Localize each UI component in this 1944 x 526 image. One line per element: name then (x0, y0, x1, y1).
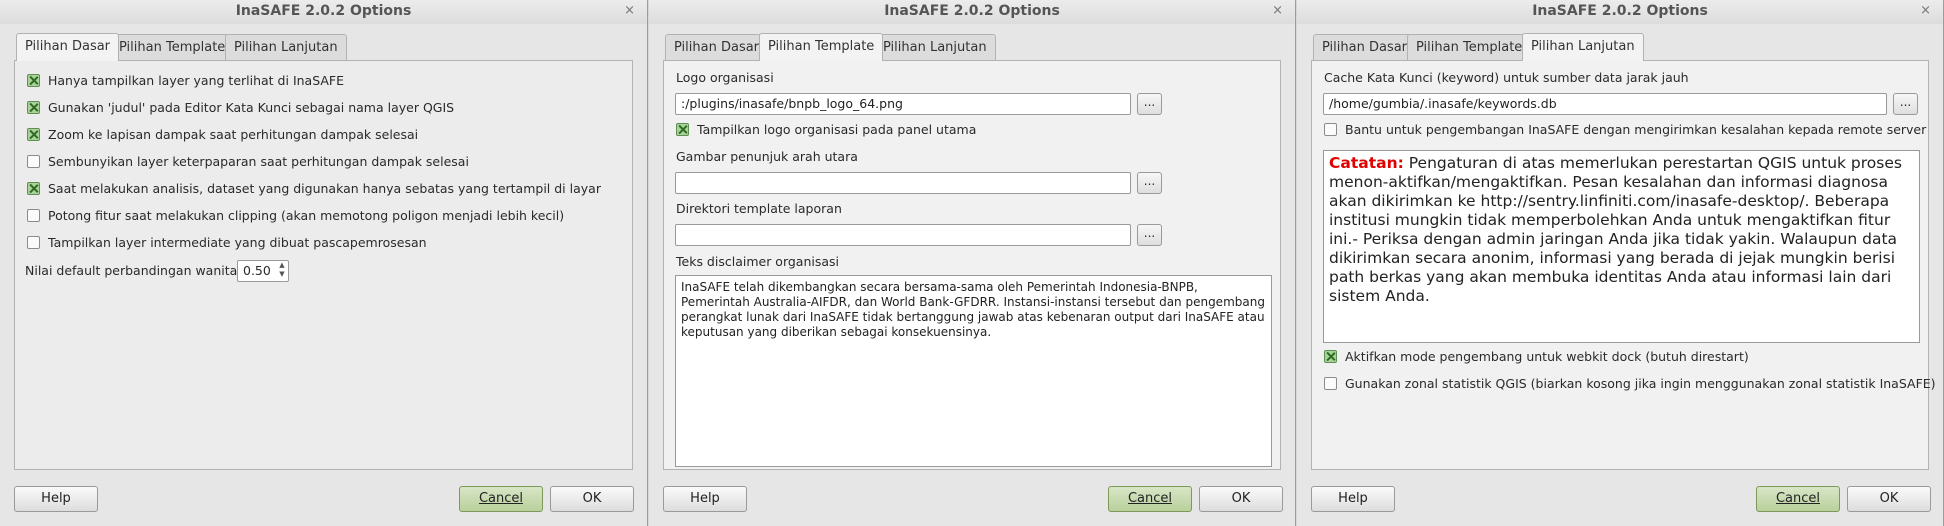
female-ratio-value: 0.50 (243, 263, 271, 278)
template-options-panel: Logo organisasi :/plugins/inasafe/bnpb_l… (663, 60, 1281, 470)
option-clip-to-viewport[interactable]: Saat melakukan analisis, dataset yang di… (27, 180, 601, 198)
close-icon[interactable]: × (1920, 0, 1931, 22)
checkbox-checked[interactable] (676, 123, 689, 136)
option-clip-hard[interactable]: Potong fitur saat melakukan clipping (ak… (27, 207, 564, 225)
option-use-title-as-layer-name[interactable]: Gunakan 'judul' pada Editor Kata Kunci s… (27, 99, 454, 117)
help-button[interactable]: Help (14, 486, 98, 512)
template-dir-browse-button[interactable]: ... (1137, 224, 1162, 246)
dev-mode-option[interactable]: Aktifkan mode pengembang untuk webkit do… (1324, 348, 1749, 366)
options-dialog-basic: InaSAFE 2.0.2 Options × Pilihan Dasar Pi… (0, 0, 648, 526)
option-zoom-to-impact[interactable]: Zoom ke lapisan dampak saat perhitungan … (27, 126, 418, 144)
ok-button[interactable]: OK (1847, 486, 1931, 512)
bug-report-option[interactable]: Bantu untuk pengembangan InaSAFE dengan … (1324, 121, 1926, 139)
option-label: Gunakan 'judul' pada Editor Kata Kunci s… (48, 100, 455, 115)
note-body: Pengaturan di atas memerlukan perestarta… (1329, 154, 1902, 305)
note-title: Catatan: (1329, 154, 1404, 172)
option-visible-layers-only[interactable]: Hanya tampilkan layer yang terlihat di I… (27, 72, 344, 90)
title-bar: InaSAFE 2.0.2 Options × (0, 0, 647, 24)
window-title: InaSAFE 2.0.2 Options (1532, 3, 1708, 19)
option-label: Potong fitur saat melakukan clipping (ak… (48, 208, 565, 223)
checkbox-checked[interactable] (27, 74, 40, 87)
show-logo-option[interactable]: Tampilkan logo organisasi pada panel uta… (676, 121, 976, 139)
tab-advanced[interactable]: Pilihan Lanjutan (225, 34, 347, 61)
options-dialog-template: InaSAFE 2.0.2 Options × Pilihan Dasar Pi… (649, 0, 1296, 526)
disclaimer-label: Teks disclaimer organisasi (676, 254, 840, 269)
checkbox-checked[interactable] (1324, 350, 1337, 363)
tab-template[interactable]: Pilihan Template (1407, 34, 1532, 61)
tab-advanced[interactable]: Pilihan Lanjutan (874, 34, 996, 61)
checkbox-unchecked[interactable] (1324, 123, 1337, 136)
tab-advanced[interactable]: Pilihan Lanjutan (1522, 33, 1644, 61)
north-arrow-input[interactable] (675, 172, 1131, 194)
checkbox-unchecked[interactable] (27, 155, 40, 168)
show-logo-label: Tampilkan logo organisasi pada panel uta… (697, 122, 977, 137)
cancel-label: Cancel (478, 491, 524, 506)
north-arrow-browse-button[interactable]: ... (1137, 172, 1162, 194)
option-hide-exposure[interactable]: Sembunyikan layer keterpaparan saat perh… (27, 153, 469, 171)
template-dir-label: Direktori template laporan (676, 201, 842, 216)
cache-path-input[interactable]: /home/gumbia/.inasafe/keywords.db (1323, 93, 1887, 115)
north-arrow-label: Gambar penunjuk arah utara (676, 149, 858, 164)
female-ratio-label: Nilai default perbandingan wanita (25, 263, 238, 278)
option-show-intermediate-layers[interactable]: Tampilkan layer intermediate yang dibuat… (27, 234, 427, 252)
tab-basic[interactable]: Pilihan Dasar (1313, 34, 1417, 61)
ok-button[interactable]: OK (550, 486, 634, 512)
option-label: Zoom ke lapisan dampak saat perhitungan … (48, 127, 419, 142)
option-label: Tampilkan layer intermediate yang dibuat… (48, 235, 427, 250)
close-icon[interactable]: × (624, 0, 635, 22)
dev-mode-label: Aktifkan mode pengembang untuk webkit do… (1345, 349, 1749, 364)
tab-basic[interactable]: Pilihan Dasar (16, 33, 120, 61)
logo-browse-button[interactable]: ... (1137, 93, 1162, 115)
zonal-stats-option[interactable]: Gunakan zonal statistik QGIS (biarkan ko… (1324, 375, 1936, 393)
cancel-label: Cancel (1775, 491, 1821, 506)
bug-report-label: Bantu untuk pengembangan InaSAFE dengan … (1345, 122, 1927, 137)
logo-label: Logo organisasi (676, 70, 774, 85)
checkbox-checked[interactable] (27, 101, 40, 114)
checkbox-unchecked[interactable] (1324, 377, 1337, 390)
cache-browse-button[interactable]: ... (1893, 93, 1918, 115)
ok-button[interactable]: OK (1199, 486, 1283, 512)
option-label: Saat melakukan analisis, dataset yang di… (48, 181, 601, 196)
checkbox-checked[interactable] (27, 182, 40, 195)
option-label: Sembunyikan layer keterpaparan saat perh… (48, 154, 469, 169)
advanced-options-panel: Cache Kata Kunci (keyword) untuk sumber … (1311, 60, 1936, 470)
tab-basic[interactable]: Pilihan Dasar (665, 34, 769, 61)
disclaimer-textarea[interactable]: InaSAFE telah dikembangkan secara bersam… (675, 275, 1272, 467)
cancel-label: Cancel (1127, 491, 1173, 506)
window-title: InaSAFE 2.0.2 Options (884, 3, 1060, 19)
tab-template[interactable]: Pilihan Template (759, 33, 884, 61)
window-title: InaSAFE 2.0.2 Options (235, 3, 412, 19)
cancel-button[interactable]: Cancel (459, 486, 543, 512)
help-button[interactable]: Help (663, 486, 747, 512)
checkbox-unchecked[interactable] (27, 209, 40, 222)
cancel-button[interactable]: Cancel (1756, 486, 1840, 512)
cancel-button[interactable]: Cancel (1108, 486, 1192, 512)
cache-label: Cache Kata Kunci (keyword) untuk sumber … (1324, 70, 1689, 85)
checkbox-checked[interactable] (27, 128, 40, 141)
options-dialog-advanced: InaSAFE 2.0.2 Options × Pilihan Dasar Pi… (1297, 0, 1944, 526)
help-button[interactable]: Help (1311, 486, 1395, 512)
spin-arrows-icon[interactable]: ▲ ▼ (276, 261, 288, 281)
template-dir-input[interactable] (675, 224, 1131, 246)
note-text-area: Catatan: Pengaturan di atas memerlukan p… (1323, 150, 1920, 343)
checkbox-unchecked[interactable] (27, 236, 40, 249)
title-bar: InaSAFE 2.0.2 Options × (649, 0, 1295, 24)
close-icon[interactable]: × (1272, 0, 1283, 22)
title-bar: InaSAFE 2.0.2 Options × (1297, 0, 1943, 24)
basic-options-panel: Hanya tampilkan layer yang terlihat di I… (14, 60, 633, 470)
tab-template[interactable]: Pilihan Template (110, 34, 235, 61)
logo-path-input[interactable]: :/plugins/inasafe/bnpb_logo_64.png (675, 93, 1131, 115)
female-ratio-spinbox[interactable]: 0.50 ▲ ▼ (237, 260, 289, 282)
option-label: Hanya tampilkan layer yang terlihat di I… (48, 73, 345, 88)
zonal-stats-label: Gunakan zonal statistik QGIS (biarkan ko… (1345, 376, 1936, 391)
